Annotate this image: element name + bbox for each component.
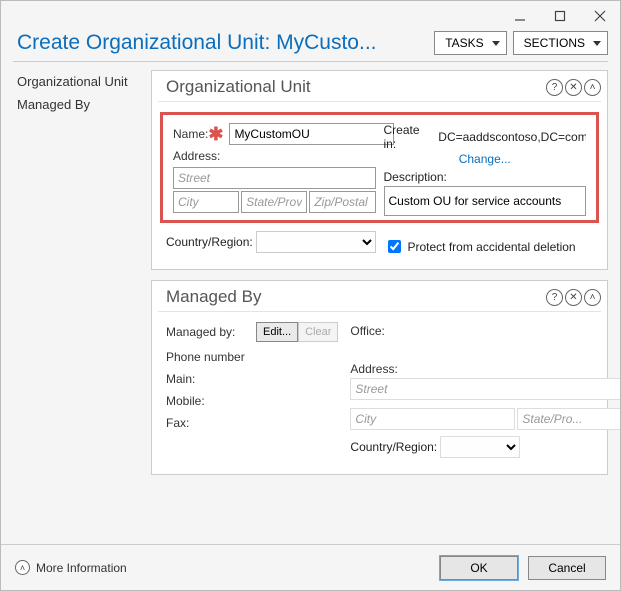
close-section-icon[interactable]: ✕ <box>565 289 582 306</box>
protect-checkbox[interactable] <box>388 240 401 253</box>
dialog-body: Organizational Unit Managed By Organizat… <box>1 62 620 544</box>
phone-number-label: Phone number <box>166 350 245 364</box>
description-input[interactable] <box>384 186 587 216</box>
expand-up-icon: ˄ <box>15 560 30 575</box>
protect-label: Protect from accidental deletion <box>408 240 576 254</box>
country-label: Country/Region: <box>166 235 253 249</box>
edit-button[interactable]: Edit... <box>256 322 298 342</box>
city-input[interactable] <box>173 191 239 213</box>
section-divider <box>158 311 601 312</box>
close-section-icon[interactable]: ✕ <box>565 79 582 96</box>
create-in-label: Create in: <box>384 123 435 151</box>
ok-button[interactable]: OK <box>440 556 518 580</box>
mb-address-label: Address: <box>350 362 440 376</box>
mb-state-input[interactable] <box>517 408 620 430</box>
help-icon[interactable]: ? <box>546 289 563 306</box>
collapse-up-icon[interactable]: ˄ <box>584 79 601 96</box>
dialog-footer: ˄ More Information OK Cancel <box>1 544 620 590</box>
sections-button[interactable]: SECTIONS <box>513 31 608 55</box>
header-button-group: TASKS SECTIONS <box>434 31 608 55</box>
fax-label: Fax: <box>166 416 256 430</box>
description-label: Description: <box>384 170 447 184</box>
help-icon[interactable]: ? <box>546 79 563 96</box>
main-phone-label: Main: <box>166 372 256 386</box>
mb-street-input[interactable] <box>350 378 620 400</box>
required-asterisk-icon: ✱ <box>208 124 223 145</box>
state-input[interactable] <box>241 191 307 213</box>
minimize-icon[interactable] <box>500 1 540 31</box>
section-organizational-unit: Organizational Unit ? ✕ ˄ Name: ✱ <box>151 70 608 270</box>
name-input[interactable] <box>229 123 394 145</box>
name-label: Name: <box>173 127 208 141</box>
highlighted-fields-box: Name: ✱ Address: <box>160 112 599 223</box>
section-title-ou: Organizational Unit <box>166 77 311 97</box>
office-label: Office: <box>350 324 440 338</box>
chevron-down-icon <box>492 41 500 46</box>
window-titlebar <box>1 1 620 31</box>
dialog-header: Create Organizational Unit: MyCusto... T… <box>1 31 620 59</box>
zip-input[interactable] <box>309 191 375 213</box>
mb-country-select[interactable] <box>440 436 520 458</box>
more-information-label: More Information <box>36 561 127 575</box>
chevron-down-icon <box>593 41 601 46</box>
mobile-phone-label: Mobile: <box>166 394 256 408</box>
country-select[interactable] <box>256 231 375 253</box>
cancel-button[interactable]: Cancel <box>528 556 606 580</box>
tasks-label: TASKS <box>445 36 483 50</box>
section-divider <box>158 101 601 102</box>
more-information-toggle[interactable]: ˄ More Information <box>15 560 127 575</box>
managed-by-label: Managed by: <box>166 325 256 339</box>
nav-item-organizational-unit[interactable]: Organizational Unit <box>17 74 143 89</box>
close-icon[interactable] <box>580 1 620 31</box>
street-input[interactable] <box>173 167 376 189</box>
collapse-up-icon[interactable]: ˄ <box>584 289 601 306</box>
tasks-button[interactable]: TASKS <box>434 31 506 55</box>
create-in-value: DC=aaddscontoso,DC=com <box>438 130 586 144</box>
change-link[interactable]: Change... <box>459 152 511 166</box>
mb-country-label: Country/Region: <box>350 440 437 454</box>
main-panel: Organizational Unit ? ✕ ˄ Name: ✱ <box>151 62 620 544</box>
section-title-managed-by: Managed By <box>166 287 261 307</box>
section-managed-by: Managed By ? ✕ ˄ Managed by: Edit... Cle… <box>151 280 608 475</box>
maximize-icon[interactable] <box>540 1 580 31</box>
address-label: Address: <box>173 149 220 163</box>
side-nav: Organizational Unit Managed By <box>1 62 151 544</box>
page-title: Create Organizational Unit: MyCusto... <box>17 31 376 55</box>
clear-button: Clear <box>298 322 338 342</box>
mb-city-input[interactable] <box>350 408 515 430</box>
nav-item-managed-by[interactable]: Managed By <box>17 97 143 112</box>
sections-label: SECTIONS <box>524 36 585 50</box>
